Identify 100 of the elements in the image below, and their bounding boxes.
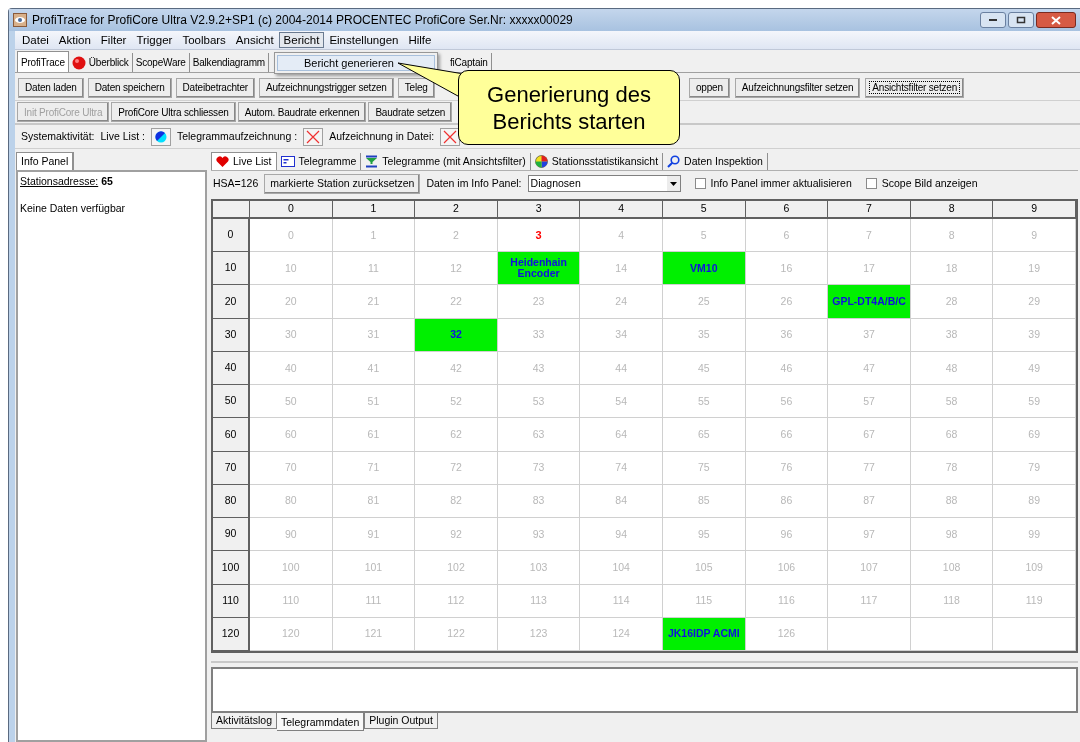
station-cell[interactable]: 31	[332, 318, 416, 352]
menu-item[interactable]: Toolbars	[177, 32, 231, 48]
station-cell[interactable]: 38	[910, 318, 994, 352]
station-cell[interactable]: 104	[580, 551, 663, 585]
station-cell[interactable]: 73	[497, 451, 581, 485]
station-cell[interactable]: 115	[663, 584, 746, 618]
station-cell[interactable]: 105	[663, 551, 746, 585]
station-cell[interactable]: 92	[415, 518, 498, 552]
station-cell[interactable]: 72	[415, 451, 498, 485]
toolbar-button[interactable]: Teleg	[397, 77, 435, 98]
station-cell[interactable]: 4	[580, 219, 663, 253]
station-cell[interactable]: 40	[250, 351, 333, 386]
toolbar-button[interactable]: Ansichtsfilter setzen	[865, 77, 965, 98]
station-cell[interactable]: 113	[497, 584, 581, 618]
station-cell[interactable]: 84	[580, 484, 663, 519]
station-cell[interactable]: 77	[828, 451, 911, 485]
station-cell[interactable]: 112	[415, 584, 498, 618]
station-cell[interactable]: 56	[745, 385, 829, 419]
station-cell[interactable]: 103	[497, 551, 581, 585]
station-cell[interactable]: 120	[250, 617, 333, 651]
station-cell[interactable]: 109	[993, 551, 1076, 585]
station-cell[interactable]: 11	[332, 252, 416, 286]
station-cell[interactable]: 122	[415, 617, 498, 651]
station-cell[interactable]: 46	[745, 351, 829, 386]
station-cell[interactable]: 63	[497, 418, 581, 452]
station-cell[interactable]: 80	[250, 484, 333, 519]
station-cell[interactable]: 42	[415, 351, 498, 386]
station-cell[interactable]: 6	[745, 219, 829, 253]
station-cell[interactable]: 33	[497, 318, 581, 352]
station-cell[interactable]: 5	[663, 219, 746, 253]
station-cell[interactable]: 22	[415, 285, 498, 319]
station-cell[interactable]: 1	[332, 219, 416, 253]
station-cell[interactable]: 25	[663, 285, 746, 319]
station-cell[interactable]: 82	[415, 484, 498, 519]
menu-item[interactable]: Ansicht	[230, 32, 279, 48]
station-cell[interactable]: 76	[745, 451, 829, 485]
station-cell[interactable]: 53	[497, 385, 581, 419]
menu-item[interactable]: Trigger	[131, 32, 178, 48]
station-cell[interactable]: 85	[663, 484, 746, 519]
station-cell[interactable]: 7	[828, 219, 911, 253]
station-cell[interactable]: 14	[580, 252, 663, 286]
station-cell[interactable]: 70	[250, 451, 333, 485]
menu-item[interactable]: Bericht	[278, 32, 325, 48]
station-cell[interactable]: 106	[745, 551, 829, 585]
minimize-button[interactable]	[980, 12, 1006, 28]
station-cell[interactable]: 101	[332, 551, 416, 585]
station-cell[interactable]: 45	[663, 351, 746, 386]
station-cell[interactable]: 12	[415, 252, 498, 286]
reset-station-button[interactable]: markierte Station zurücksetzen	[264, 173, 421, 194]
station-cell[interactable]: 48	[910, 351, 994, 386]
station-cell[interactable]: 64	[580, 418, 663, 452]
toolbar-button[interactable]: Aufzeichnungsfilter setzen	[734, 77, 861, 98]
maximize-button[interactable]	[1008, 12, 1034, 28]
toolbar-button[interactable]: Baudrate setzen	[368, 102, 453, 122]
station-cell[interactable]: 99	[993, 518, 1076, 552]
station-cell[interactable]: Heidenhain Encoder	[497, 252, 581, 286]
station-cell[interactable]: 95	[663, 518, 746, 552]
station-cell[interactable]: 74	[580, 451, 663, 485]
station-cell[interactable]: 10	[250, 252, 333, 286]
checkbox[interactable]	[694, 178, 706, 189]
station-cell[interactable]: 2	[415, 219, 498, 253]
station-cell[interactable]: JK16IDP ACMI	[663, 617, 746, 651]
station-cell[interactable]: 29	[993, 285, 1076, 319]
station-cell[interactable]: 111	[332, 584, 416, 618]
station-cell[interactable]: 116	[745, 584, 829, 618]
station-cell[interactable]: 16	[745, 252, 829, 286]
station-cell[interactable]: 61	[332, 418, 416, 452]
station-cell[interactable]: 118	[910, 584, 994, 618]
station-cell[interactable]: 34	[580, 318, 663, 352]
tab[interactable]: ProfiTrace	[17, 51, 69, 72]
station-cell[interactable]: 28	[910, 285, 994, 319]
station-cell[interactable]: 23	[497, 285, 581, 319]
stopped-status-button[interactable]	[440, 127, 461, 146]
station-cell[interactable]: 94	[580, 518, 663, 552]
info-panel-data-select[interactable]: Diagnosen	[527, 175, 681, 192]
station-cell[interactable]: 90	[250, 518, 333, 552]
bottom-tab[interactable]: Plugin Output	[364, 713, 438, 729]
station-cell[interactable]: 50	[250, 385, 333, 419]
station-cell[interactable]: 89	[993, 484, 1076, 519]
station-cell[interactable]: 18	[910, 252, 994, 286]
bottom-tab[interactable]: Aktivitätslog	[211, 713, 278, 729]
station-cell[interactable]: 19	[993, 252, 1076, 286]
station-cell[interactable]: 83	[497, 484, 581, 519]
station-cell[interactable]: 9	[993, 219, 1076, 253]
station-cell[interactable]: 117	[828, 584, 911, 618]
toolbar-button[interactable]: Daten speichern	[87, 77, 172, 98]
menu-item[interactable]: Einstellungen	[324, 32, 404, 48]
station-cell[interactable]: 91	[332, 518, 416, 552]
station-cell[interactable]: 98	[910, 518, 994, 552]
station-cell[interactable]: 52	[415, 385, 498, 419]
station-cell[interactable]: 114	[580, 584, 663, 618]
station-cell[interactable]: 39	[993, 318, 1076, 352]
station-cell[interactable]: 75	[663, 451, 746, 485]
menu-item[interactable]: Filter	[95, 32, 132, 48]
station-cell[interactable]: 79	[993, 451, 1076, 485]
station-cell[interactable]: 124	[580, 617, 663, 651]
station-cell[interactable]: 36	[745, 318, 829, 352]
toolbar-button[interactable]: Autom. Baudrate erkennen	[237, 102, 367, 122]
station-cell[interactable]: 121	[332, 617, 416, 651]
toolbar-button[interactable]: oppen	[689, 77, 730, 98]
